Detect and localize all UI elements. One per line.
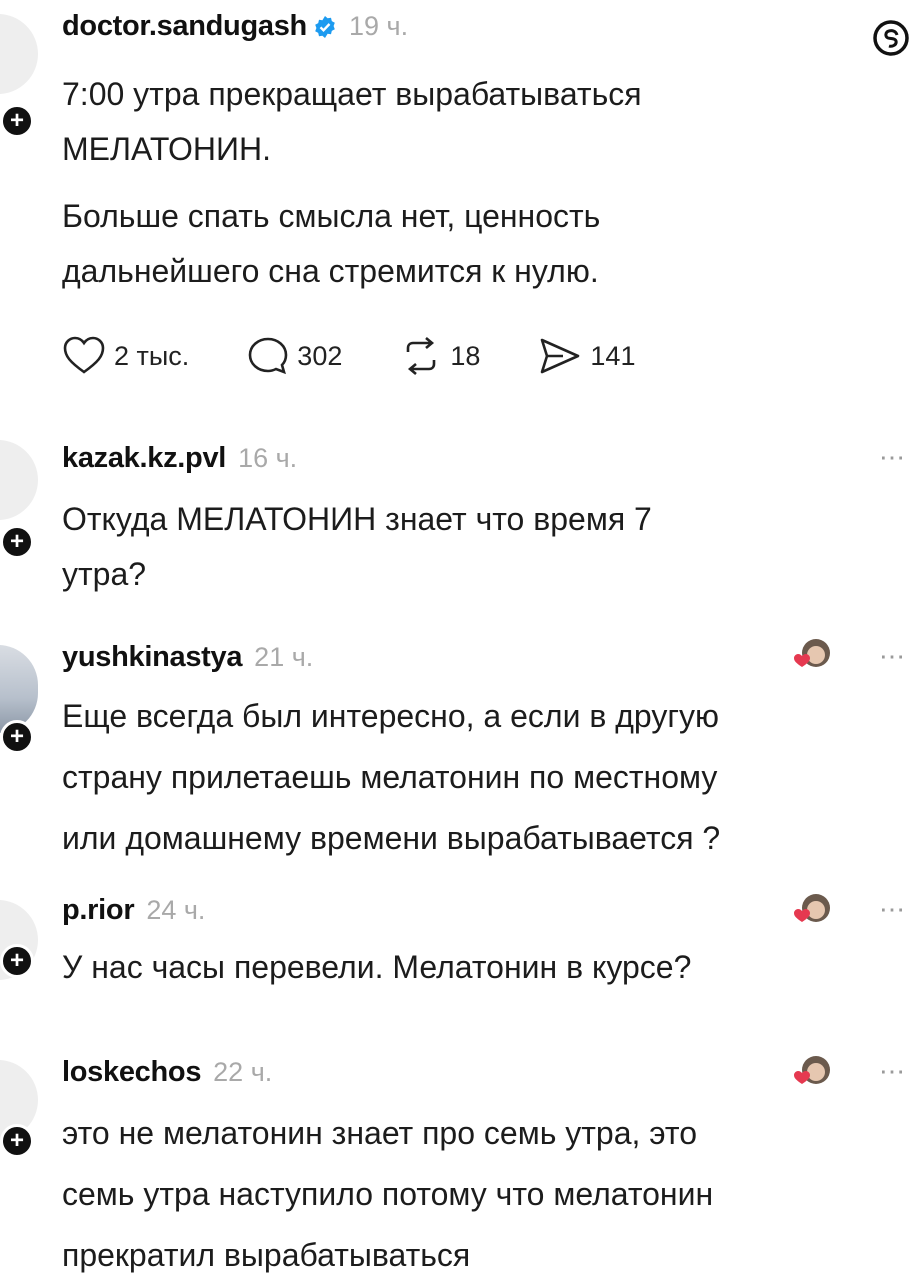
reply-item: + p.rior 24 ч. ⋯ У нас часы перевели. Ме… [0, 880, 921, 1030]
reply-username[interactable]: p.rior [62, 894, 135, 927]
comment-count: 302 [297, 340, 343, 371]
reply-item: + loskechos 22 ч. ⋯ это не мелатонин зна… [0, 1040, 921, 1280]
reply-text: это не мелатонин знает про семь утра, эт… [62, 1115, 714, 1273]
threads-logo-icon[interactable] [871, 18, 911, 58]
more-options-icon[interactable]: ⋯ [879, 894, 907, 925]
verified-badge-icon [315, 15, 335, 38]
repost-button[interactable]: 18 [400, 336, 480, 376]
repost-count: 18 [450, 340, 481, 371]
post-time: 19 ч. [348, 11, 409, 41]
reply-text: Еще всегда был интересно, а если в другу… [62, 698, 721, 856]
main-post: + doctor.sandugash 19 ч. 7:00 утра прекр… [0, 0, 921, 400]
reply-time: 21 ч. [254, 642, 314, 672]
comment-button[interactable]: 302 [247, 336, 342, 376]
heart-icon [63, 336, 105, 374]
author-liked-icon [794, 639, 830, 667]
follow-plus-icon[interactable]: + [0, 1124, 34, 1158]
post-text: 7:00 утра прекращает вырабатываться МЕЛА… [62, 76, 642, 289]
send-icon [541, 338, 580, 374]
avatar[interactable] [0, 440, 38, 520]
reply-username[interactable]: loskechos [62, 1056, 201, 1089]
reply-username[interactable]: yushkinastya [62, 641, 242, 674]
more-options-icon[interactable]: ⋯ [879, 641, 907, 672]
share-button[interactable]: 141 [538, 336, 635, 376]
more-options-icon[interactable]: ⋯ [879, 1056, 907, 1087]
reply-text: У нас часы перевели. Мелатонин в курсе? [62, 949, 692, 985]
author-liked-icon [794, 1056, 830, 1084]
avatar[interactable] [0, 14, 38, 94]
reply-text: Откуда МЕЛАТОНИН знает что время 7 утра? [62, 501, 652, 592]
follow-plus-icon[interactable]: + [0, 104, 34, 138]
post-username[interactable]: doctor.sandugash [62, 10, 307, 43]
follow-plus-icon[interactable]: + [0, 720, 34, 754]
author-liked-icon [794, 894, 830, 922]
like-button[interactable]: 2 тыс. [62, 336, 189, 376]
share-count: 141 [590, 340, 636, 371]
reply-item: + yushkinastya 21 ч. ⋯ Еще всегда был ин… [0, 625, 921, 885]
reply-time: 16 ч. [238, 443, 298, 473]
like-count: 2 тыс. [114, 340, 190, 371]
post-actions: 2 тыс. 302 18 141 [62, 336, 693, 376]
more-options-icon[interactable]: ⋯ [879, 442, 907, 473]
follow-plus-icon[interactable]: + [0, 525, 34, 559]
repost-icon [407, 337, 436, 375]
reply-username[interactable]: kazak.kz.pvl [62, 442, 226, 475]
reply-item: + kazak.kz.pvl 16 ч. ⋯ Откуда МЕЛАТОНИН … [0, 420, 921, 620]
reply-time: 22 ч. [213, 1057, 273, 1087]
comment-bubble-icon [248, 337, 288, 375]
reply-time: 24 ч. [146, 895, 206, 925]
follow-plus-icon[interactable]: + [0, 944, 34, 978]
